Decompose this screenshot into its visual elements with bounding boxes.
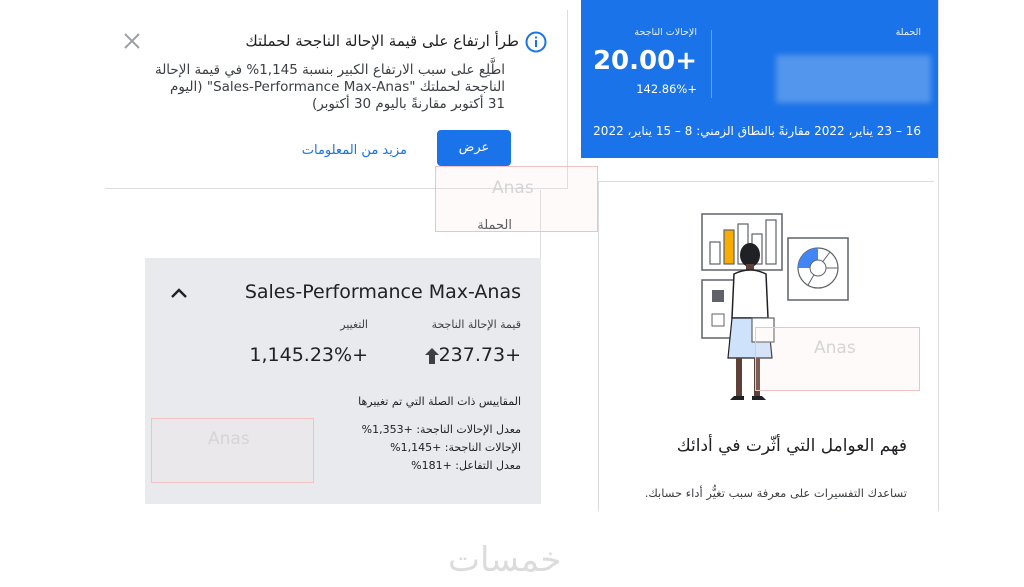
card-divider <box>567 10 568 188</box>
notification-title: طرأ ارتفاع على قيمة الإحالة الناجحة لحمل… <box>245 32 519 50</box>
card-border <box>598 181 599 511</box>
date-range: 16 – 23 يناير، 2022 مقارنةً بالنطاق الزم… <box>593 124 921 138</box>
insight-title: فهم العوامل التي أثّرت في أدائك <box>676 436 907 456</box>
conversions-value: 20.00+ <box>592 46 697 76</box>
notification-body: اطَّلِع على سبب الارتفاع الكبير بنسبة 1,… <box>154 62 505 112</box>
arrow-up-icon <box>425 348 439 364</box>
conversion-value: 237.73+ <box>438 344 521 366</box>
change-label: التغيير <box>340 318 368 331</box>
card-border <box>598 181 934 182</box>
conversions-change: 142.86%+ <box>636 82 697 96</box>
related-metric: الإحالات الناجحة: +1,145% <box>390 441 521 454</box>
redacted-campaign-name <box>776 55 931 103</box>
conversion-value-label: قيمة الإحالة الناجحة <box>431 318 521 331</box>
watermark-box <box>151 418 314 483</box>
more-info-link[interactable]: مزيد من المعلومات <box>302 143 407 158</box>
insight-description: تساعدك التفسيرات على معرفة سبب تغيُّر أد… <box>644 486 907 500</box>
watermark-text: Anas <box>208 429 250 449</box>
related-metrics-heading: المقاييس ذات الصلة التي تم تغييرها <box>358 395 521 408</box>
stats-divider <box>711 30 712 98</box>
close-icon[interactable] <box>121 30 143 52</box>
change-value: 1,145.23%+ <box>249 344 368 366</box>
card-border <box>938 0 939 511</box>
related-metric: معدل التفاعل: +181% <box>411 459 521 472</box>
campaign-name: Sales-Performance Max-Anas <box>244 281 521 303</box>
watermark-text: Anas <box>492 178 534 198</box>
brand-watermark: خمسات <box>448 540 562 580</box>
stats-campaign-label: الحملة <box>895 27 921 38</box>
chevron-up-icon[interactable] <box>168 283 190 305</box>
stats-conversions-label: الإحالات الناجحة <box>634 27 697 38</box>
view-button[interactable]: عرض <box>437 130 511 166</box>
watermark-box <box>755 327 920 391</box>
related-metric: معدل الإحالات الناجحة: +1,353% <box>361 423 521 436</box>
info-icon <box>524 30 548 54</box>
watermark-text: Anas <box>814 338 856 358</box>
watermark-box <box>435 166 598 232</box>
